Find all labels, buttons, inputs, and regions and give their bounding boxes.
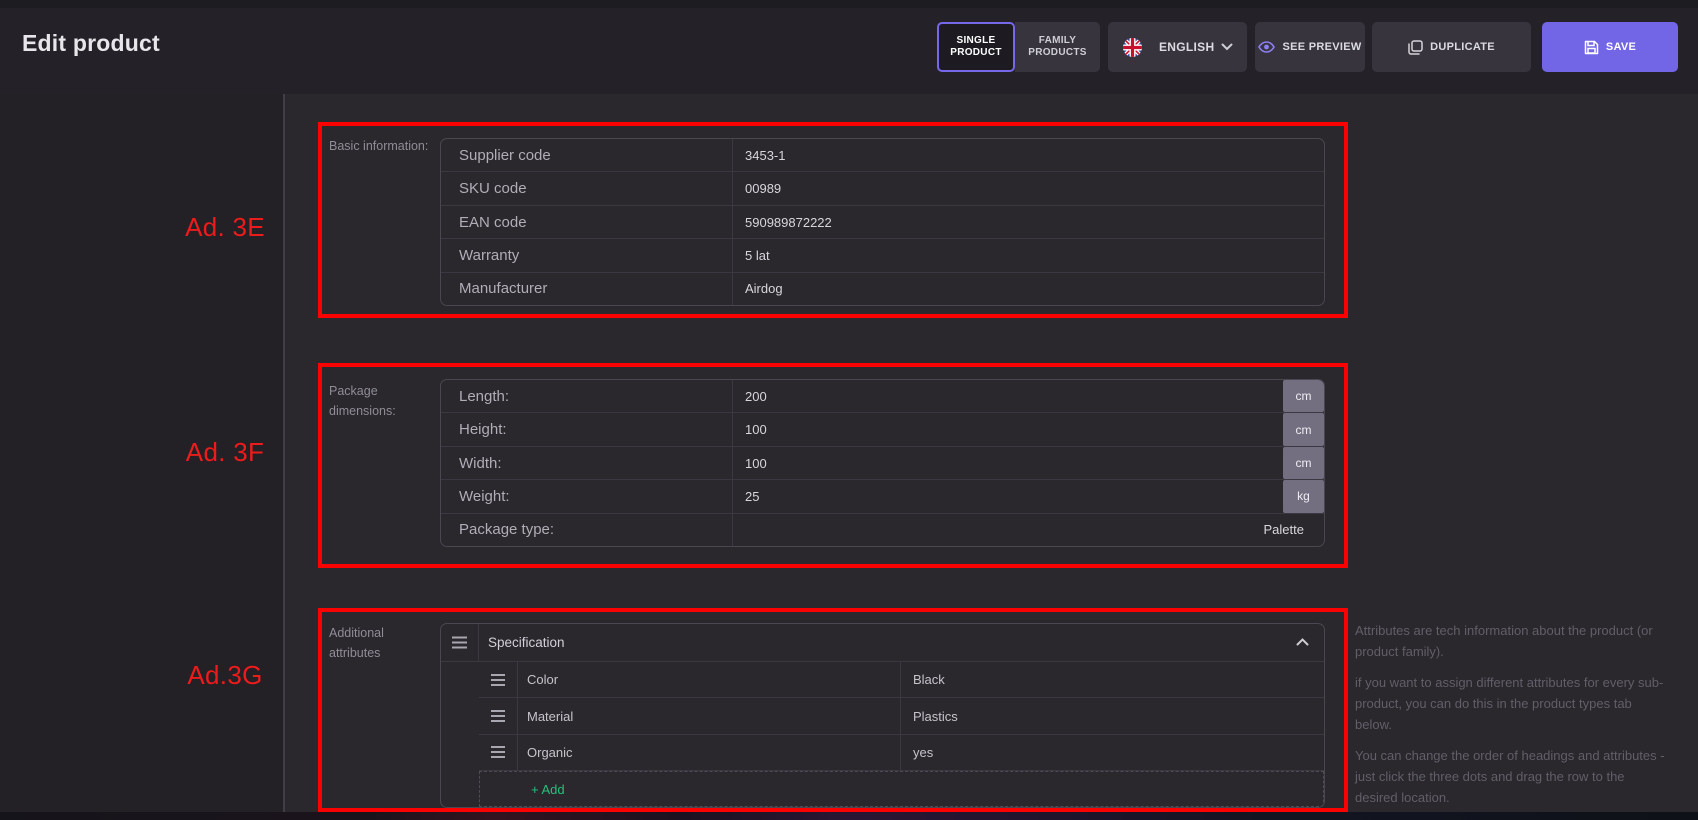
weight-value: 25 — [745, 489, 759, 504]
see-preview-button[interactable]: SEE PREVIEW — [1255, 22, 1365, 72]
help-paragraph: if you want to assign different attribut… — [1355, 672, 1667, 735]
table-row: Warranty 5 lat — [441, 239, 1324, 272]
ean-code-field[interactable]: 590989872222 — [733, 206, 1324, 238]
drag-handle[interactable] — [479, 698, 518, 733]
field-label: SKU code — [441, 172, 733, 204]
unit-badge: cm — [1283, 380, 1324, 412]
supplier-code-field[interactable]: 3453-1 — [733, 139, 1324, 171]
language-dropdown[interactable]: ENGLISH — [1108, 22, 1247, 72]
tab-single-product[interactable]: SINGLE PRODUCT — [937, 22, 1015, 72]
table-row: Width: 100 cm — [441, 447, 1324, 480]
bottom-cutoff-band — [0, 812, 1698, 820]
drag-handle[interactable] — [441, 624, 479, 661]
field-label: Supplier code — [441, 139, 733, 171]
attribute-group-title: Specification — [479, 624, 1280, 661]
unit-badge: kg — [1283, 480, 1324, 512]
field-label: EAN code — [441, 206, 733, 238]
annotation-label-3g: Ad.3G — [160, 660, 290, 691]
attribute-value-field[interactable]: yes — [901, 735, 1324, 770]
annotation-label-3f: Ad. 3F — [160, 437, 290, 468]
unit-badge: cm — [1283, 447, 1324, 479]
table-row: SKU code 00989 — [441, 172, 1324, 205]
page-title: Edit product — [22, 30, 160, 57]
save-icon — [1584, 40, 1599, 55]
field-label: Height: — [441, 413, 733, 445]
see-preview-label: SEE PREVIEW — [1282, 41, 1361, 53]
unit-badge: cm — [1283, 413, 1324, 445]
language-label: ENGLISH — [1149, 40, 1214, 54]
basic-information-section-label: Basic information: — [329, 136, 429, 156]
field-label: Package type: — [441, 514, 733, 546]
duplicate-icon — [1408, 40, 1423, 55]
width-field[interactable]: 100 cm — [733, 447, 1324, 479]
package-dimensions-section-label: Package dimensions: — [329, 381, 429, 421]
length-value: 200 — [745, 389, 767, 404]
help-paragraph: You can change the order of headings and… — [1355, 745, 1667, 808]
attributes-help-panel: Attributes are tech information about th… — [1355, 620, 1667, 818]
table-row: Length: 200 cm — [441, 380, 1324, 413]
edit-product-page: Edit product SINGLE PRODUCT FAMILY PRODU… — [0, 0, 1698, 820]
uk-flag-icon — [1123, 38, 1142, 57]
attribute-row: Organic yes — [479, 735, 1324, 771]
field-label: Weight: — [441, 480, 733, 512]
field-label: Manufacturer — [441, 273, 733, 305]
weight-field[interactable]: 25 kg — [733, 480, 1324, 512]
table-row: Supplier code 3453-1 — [441, 139, 1324, 172]
field-label: Length: — [441, 380, 733, 412]
manufacturer-field[interactable]: Airdog — [733, 273, 1324, 305]
window-top-strip — [0, 0, 1698, 8]
drag-handle[interactable] — [479, 662, 518, 697]
header: Edit product SINGLE PRODUCT FAMILY PRODU… — [0, 8, 1698, 94]
save-label: SAVE — [1606, 41, 1636, 53]
table-row: Manufacturer Airdog — [441, 273, 1324, 305]
attribute-row: Color Black — [479, 662, 1324, 698]
add-attribute-button[interactable]: + Add — [531, 782, 565, 797]
field-label: Warranty — [441, 239, 733, 271]
additional-attributes-table: Specification Color Black Material Plast… — [440, 623, 1325, 808]
attribute-value-field[interactable]: Plastics — [901, 698, 1324, 733]
package-dimensions-table: Length: 200 cm Height: 100 cm Width: 100… — [440, 379, 1325, 547]
additional-attributes-section-label: Additional attributes — [329, 623, 429, 663]
field-label: Width: — [441, 447, 733, 479]
attribute-name-field[interactable]: Color — [518, 662, 901, 697]
table-row: Height: 100 cm — [441, 413, 1324, 446]
tab-family-products[interactable]: FAMILY PRODUCTS — [1015, 22, 1100, 72]
table-row: EAN code 590989872222 — [441, 206, 1324, 239]
table-row: Weight: 25 kg — [441, 480, 1324, 513]
help-paragraph: Attributes are tech information about th… — [1355, 620, 1667, 662]
sku-code-field[interactable]: 00989 — [733, 172, 1324, 204]
save-button[interactable]: SAVE — [1542, 22, 1678, 72]
package-type-select[interactable]: Palette — [733, 514, 1324, 546]
duplicate-label: DUPLICATE — [1430, 41, 1495, 53]
chevron-down-icon — [1221, 43, 1233, 51]
table-row: Package type: Palette — [441, 514, 1324, 546]
length-field[interactable]: 200 cm — [733, 380, 1324, 412]
width-value: 100 — [745, 456, 767, 471]
attribute-name-field[interactable]: Organic — [518, 735, 901, 770]
basic-information-table: Supplier code 3453-1 SKU code 00989 EAN … — [440, 138, 1325, 306]
tab-family-products-label: FAMILY PRODUCTS — [1015, 35, 1100, 60]
height-field[interactable]: 100 cm — [733, 413, 1324, 445]
attribute-group-header: Specification — [441, 624, 1324, 662]
duplicate-button[interactable]: DUPLICATE — [1372, 22, 1531, 72]
attribute-row: Material Plastics — [479, 698, 1324, 734]
attribute-value-field[interactable]: Black — [901, 662, 1324, 697]
drag-handle[interactable] — [479, 735, 518, 770]
height-value: 100 — [745, 422, 767, 437]
add-attribute-row: + Add — [479, 771, 1324, 807]
warranty-field[interactable]: 5 lat — [733, 239, 1324, 271]
attribute-name-field[interactable]: Material — [518, 698, 901, 733]
collapse-group-button[interactable] — [1280, 624, 1324, 661]
eye-icon — [1258, 41, 1275, 53]
tab-single-product-label: SINGLE PRODUCT — [939, 35, 1013, 60]
annotation-label-3e: Ad. 3E — [160, 212, 290, 243]
